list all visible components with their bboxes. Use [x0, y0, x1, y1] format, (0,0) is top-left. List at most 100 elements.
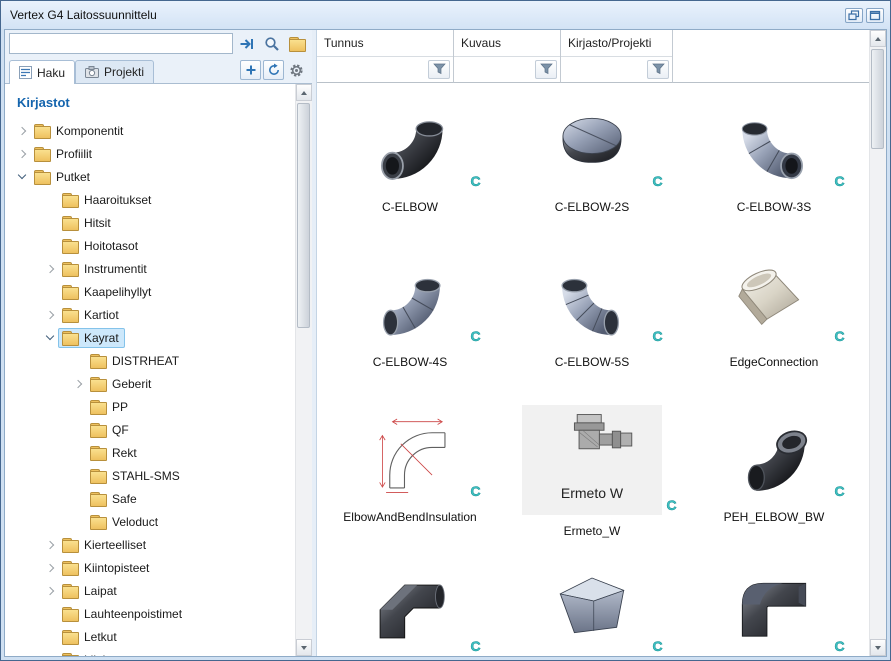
tree-item-label: QF: [112, 423, 129, 437]
chevron-right-icon[interactable]: [43, 307, 58, 322]
filter-button[interactable]: [535, 60, 557, 79]
scrollbar-up-button[interactable]: [296, 84, 312, 101]
tree-item-label: Liittimet: [84, 653, 125, 657]
grid-item-c-elbow-3s[interactable]: C C-ELBOW-3S: [718, 95, 830, 250]
tree-item-komponentit[interactable]: Komponentit: [5, 119, 295, 142]
grid-item-c-elbow-2s[interactable]: C C-ELBOW-2S: [536, 95, 648, 250]
tree-item-label: Veloduct: [112, 515, 158, 529]
svg-text:C: C: [470, 329, 480, 344]
tree-item-distrheat[interactable]: DISTRHEAT: [5, 349, 295, 372]
column-header-kirjasto-projekti[interactable]: Kirjasto/Projekti: [561, 30, 673, 83]
window-buttons: [845, 8, 884, 23]
tree-item-haaroitukset[interactable]: Haaroitukset: [5, 188, 295, 211]
maximize-window-button[interactable]: [866, 8, 884, 23]
chevron-right-icon[interactable]: [43, 261, 58, 276]
tree-item-kayrat[interactable]: Kayrat: [5, 326, 295, 349]
scrollbar-up-button[interactable]: [870, 30, 886, 47]
folder-icon: [34, 170, 50, 183]
search-input[interactable]: [9, 33, 233, 54]
tree-item-lauhteenpoistimet[interactable]: Lauhteenpoistimet: [5, 602, 295, 625]
chevron-right-icon[interactable]: [15, 123, 30, 138]
tree-item-kaapelihyllyt[interactable]: Kaapelihyllyt: [5, 280, 295, 303]
tree-item-label: Kaapelihyllyt: [84, 285, 151, 299]
search-icon: [264, 36, 280, 52]
chevron-right-icon[interactable]: [43, 560, 58, 575]
component-badge-icon: C: [650, 174, 665, 189]
grid-item-row4-2[interactable]: C: [536, 560, 648, 656]
tree-item-label: Haaroitukset: [84, 193, 151, 207]
tab-haku[interactable]: Haku: [9, 60, 75, 84]
chevron-down-icon[interactable]: [15, 169, 30, 184]
library-sidebar: Haku Projekti Kirjasto: [5, 30, 312, 656]
tree-item-putket[interactable]: Putket: [5, 165, 295, 188]
tree-item-kartiot[interactable]: Kartiot: [5, 303, 295, 326]
tree-item-liittimet[interactable]: Liittimet: [5, 648, 295, 656]
folder-icon: [62, 653, 78, 656]
tree-item-veloduct[interactable]: Veloduct: [5, 510, 295, 533]
tree-item-profiilit[interactable]: Profiilit: [5, 142, 295, 165]
grid-item-row4-3[interactable]: C: [718, 560, 830, 656]
tree-item-pp[interactable]: PP: [5, 395, 295, 418]
tree-item-letkut[interactable]: Letkut: [5, 625, 295, 648]
arrow-up-icon: [875, 37, 881, 41]
grid-item-edgeconnection[interactable]: C EdgeConnection: [718, 250, 830, 405]
component-badge-icon: C: [468, 174, 483, 189]
column-header-kuvaus[interactable]: Kuvaus: [454, 30, 561, 83]
restore-window-button[interactable]: [845, 8, 863, 23]
column-label: Tunnus: [317, 30, 453, 56]
filter-button[interactable]: [428, 60, 450, 79]
tree-item-rekt[interactable]: Rekt: [5, 441, 295, 464]
tree-item-hitsit[interactable]: Hitsit: [5, 211, 295, 234]
tree-item-qf[interactable]: QF: [5, 418, 295, 441]
add-button[interactable]: [240, 60, 261, 80]
tree-item-label: Kierteelliset: [84, 538, 146, 552]
tree-item-laipat[interactable]: Laipat: [5, 579, 295, 602]
tree-item-kierteelliset[interactable]: Kierteelliset: [5, 533, 295, 556]
chevron-right-icon[interactable]: [43, 583, 58, 598]
tab-projekti[interactable]: Projekti: [75, 60, 154, 83]
search-button[interactable]: [260, 33, 283, 54]
pipe-elbow-dark-3d-thumbnail: C: [354, 95, 466, 191]
folder-icon: [90, 377, 106, 390]
go-search-button[interactable]: [235, 33, 258, 54]
results-scrollbar[interactable]: [869, 30, 886, 656]
scrollbar-thumb[interactable]: [297, 103, 310, 328]
tree-scrollbar[interactable]: [295, 84, 312, 656]
tab-label: Projekti: [104, 65, 144, 79]
expander-spacer: [43, 238, 58, 253]
chevron-right-icon[interactable]: [43, 537, 58, 552]
scrollbar-down-button[interactable]: [296, 639, 312, 656]
tree-item-safe[interactable]: Safe: [5, 487, 295, 510]
scrollbar-thumb[interactable]: [871, 49, 884, 149]
folder-icon: [34, 124, 50, 137]
tree-item-hoitotasot[interactable]: Hoitotasot: [5, 234, 295, 257]
scrollbar-track[interactable]: [870, 47, 886, 639]
titlebar[interactable]: Vertex G4 Laitossuunnittelu: [1, 1, 890, 29]
svg-text:C: C: [834, 329, 844, 344]
refresh-button[interactable]: [263, 60, 284, 80]
chevron-right-icon[interactable]: [71, 376, 86, 391]
chevron-right-icon[interactable]: [15, 146, 30, 161]
scrollbar-track[interactable]: [296, 101, 312, 639]
grid-item-c-elbow-5s[interactable]: C C-ELBOW-5S: [536, 250, 648, 405]
scrollbar-down-button[interactable]: [870, 639, 886, 656]
expander-spacer: [71, 468, 86, 483]
tree-item-instrumentit[interactable]: Instrumentit: [5, 257, 295, 280]
grid-item-row4-1[interactable]: C: [354, 560, 466, 656]
grid-item-ermeto-w[interactable]: Ermeto W C Ermeto_W: [522, 405, 662, 560]
column-header-tunnus[interactable]: Tunnus: [317, 30, 454, 83]
browse-folder-button[interactable]: [285, 33, 308, 54]
open-folder-icon: [289, 37, 305, 50]
grid-item-c-elbow[interactable]: C C-ELBOW: [354, 95, 466, 250]
tree-item-stahl-sms[interactable]: STAHL-SMS: [5, 464, 295, 487]
component-badge-icon: C: [650, 329, 665, 344]
chevron-down-icon[interactable]: [43, 330, 58, 345]
grid-item-c-elbow-4s[interactable]: C C-ELBOW-4S: [354, 250, 466, 405]
grid-item-elbowandbendinsulation[interactable]: C ElbowAndBendInsulation: [343, 405, 476, 560]
tree-item-geberit[interactable]: Geberit: [5, 372, 295, 395]
grid-item-peh-elbow-bw[interactable]: C PEH_ELBOW_BW: [718, 405, 830, 560]
svg-text:C: C: [470, 639, 480, 654]
settings-button[interactable]: [286, 60, 307, 80]
tree-item-kiintopisteet[interactable]: Kiintopisteet: [5, 556, 295, 579]
filter-button[interactable]: [647, 60, 669, 79]
